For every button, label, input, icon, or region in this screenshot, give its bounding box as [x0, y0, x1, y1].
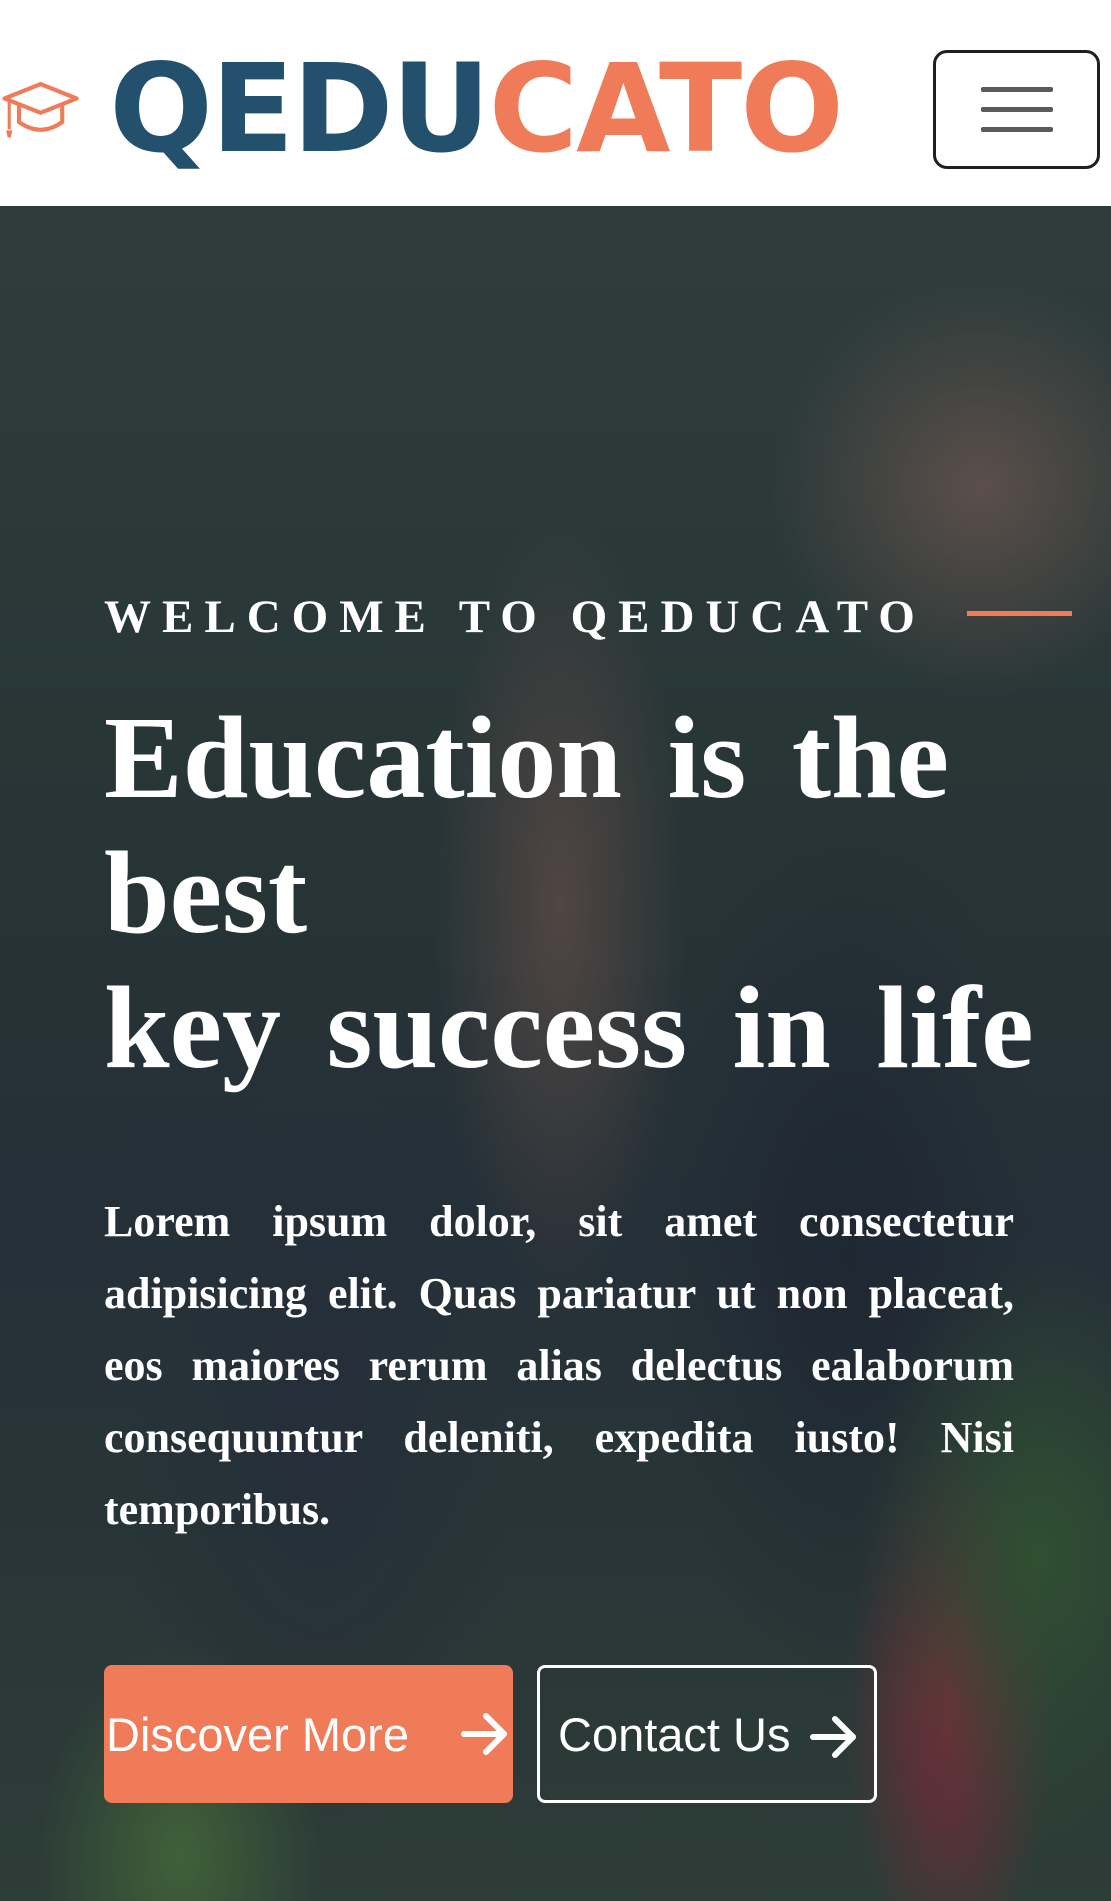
hero-description: Lorem ipsum dolor, sit amet consectetur …: [104, 1197, 1014, 1534]
logo-text-primary: QEDU: [109, 38, 490, 180]
hero-section: WELCOME TO QEDUCATO Education is the bes…: [0, 206, 1111, 1901]
site-logo[interactable]: QEDUCATO: [2, 48, 844, 170]
arrow-right-icon: [461, 1713, 507, 1755]
menu-toggle-button[interactable]: [933, 50, 1100, 169]
site-header: QEDUCATO: [0, 0, 1111, 206]
logo-text-accent: CATO: [488, 38, 844, 180]
hero-headline-line1: Education is the best: [104, 692, 950, 958]
discover-more-button[interactable]: Discover More: [104, 1665, 513, 1803]
hero-kicker: WELCOME TO QEDUCATO: [104, 591, 926, 643]
hero-headline-line2: key success in life: [104, 962, 1034, 1093]
contact-us-label: Contact Us: [558, 1707, 791, 1761]
hamburger-menu-icon-bar: [980, 107, 1053, 112]
hero-headline: Education is the best key success in lif…: [104, 690, 1084, 1095]
kicker-accent-line: [967, 611, 1072, 616]
discover-more-label: Discover More: [106, 1707, 409, 1761]
logo-wordmark: QEDUCATO: [109, 48, 844, 170]
contact-us-button[interactable]: Contact Us: [537, 1665, 877, 1803]
arrow-right-icon: [810, 1716, 856, 1758]
hamburger-menu-icon: [980, 87, 1053, 92]
graduation-cap-icon: [2, 81, 79, 138]
hamburger-menu-icon-bar: [980, 127, 1053, 132]
